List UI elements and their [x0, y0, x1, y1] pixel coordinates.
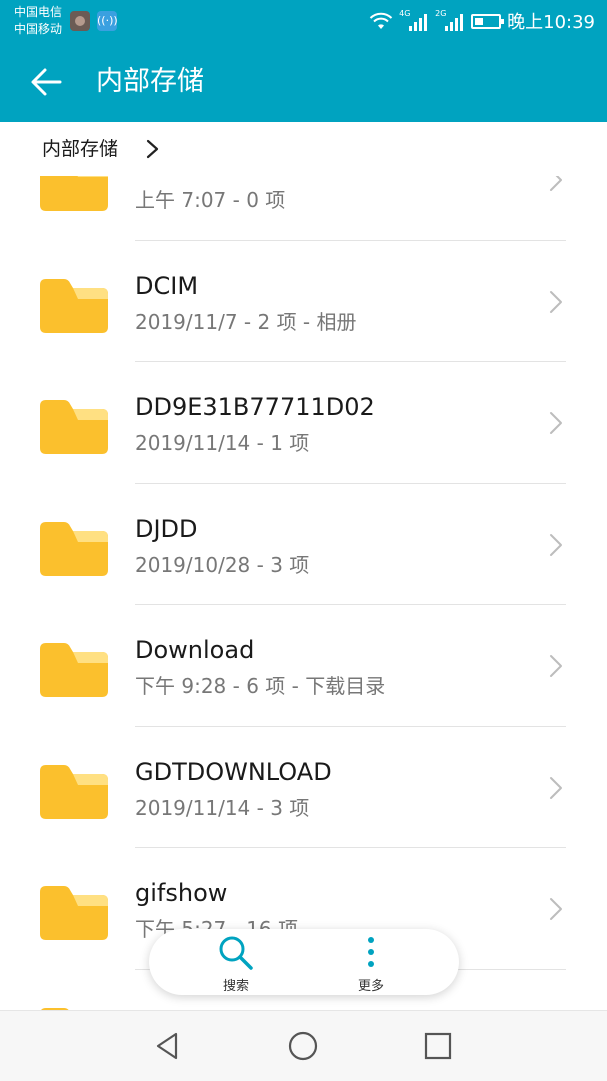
folder-meta: 2019/11/14 - 3 项	[135, 795, 310, 820]
carrier-1: 中国电信	[14, 5, 63, 19]
folder-icon	[40, 884, 108, 940]
carrier-info: 中国电信 中国移动	[14, 4, 62, 38]
chevron-right-icon	[550, 898, 562, 920]
system-nav-bar	[0, 1010, 607, 1081]
more-label: 更多	[357, 979, 384, 994]
breadcrumb-item-internal-storage[interactable]: 内部存储	[42, 136, 118, 162]
folder-name: DD9E31B77711D02	[135, 393, 375, 421]
chevron-right-icon	[146, 139, 159, 159]
chevron-right-icon	[550, 412, 562, 434]
folder-meta: 2019/11/14 - 1 项	[135, 431, 310, 455]
folder-icon	[40, 641, 108, 697]
nav-back-icon[interactable]	[152, 1030, 184, 1062]
status-bar: 中国电信 中国移动 ((·)) 4G 2G 晚上10:39	[0, 0, 607, 42]
folder-row[interactable]: GDTDOWNLOAD 2019/11/14 - 3 项	[0, 727, 607, 848]
folder-row[interactable]: data 上午 7:07 - 0 项	[0, 176, 607, 241]
folder-list: data 上午 7:07 - 0 项 DCIM 2019/11/7 - 2 项 - 相…	[0, 176, 607, 1010]
folder-meta: 上午 7:07 - 0 项	[135, 188, 286, 212]
folder-name: GDTDOWNLOAD	[135, 757, 332, 786]
back-arrow-icon[interactable]	[28, 64, 64, 100]
status-time: 晚上10:39	[507, 12, 595, 33]
folder-row[interactable]: Download 下午 9:28 - 6 项 - 下载目录	[0, 605, 607, 727]
folder-meta: 2019/10/28 - 3 项	[135, 552, 310, 577]
folder-icon	[40, 520, 108, 576]
chevron-right-icon	[550, 776, 562, 799]
folder-name: DJDD	[135, 514, 198, 543]
folder-name: DCIM	[135, 271, 199, 300]
battery-icon	[471, 13, 505, 29]
more-vertical-icon	[368, 937, 374, 967]
signal-4g-icon: 4G	[399, 9, 429, 31]
folder-meta: 下午 9:28 - 6 项 - 下载目录	[135, 674, 386, 698]
floating-action-bar: 搜索 更多	[149, 929, 459, 995]
chevron-right-icon	[550, 533, 562, 556]
chevron-right-icon	[550, 655, 562, 677]
folder-icon	[40, 277, 108, 333]
hotspot-icon: ((·))	[97, 11, 118, 31]
folder-icon	[40, 763, 108, 819]
chevron-right-icon	[550, 176, 562, 191]
app-notification-icon	[70, 11, 90, 31]
page-title: 内部存储	[96, 66, 204, 97]
more-button[interactable]: 更多	[321, 933, 421, 994]
chevron-right-icon	[550, 290, 562, 313]
folder-name: Download	[135, 636, 255, 664]
carrier-2: 中国移动	[14, 22, 63, 36]
search-button[interactable]: 搜索	[186, 933, 286, 994]
folder-row[interactable]: DCIM 2019/11/7 - 2 项 - 相册	[0, 241, 607, 362]
nav-home-icon[interactable]	[287, 1030, 319, 1062]
folder-row[interactable]: DD9E31B77711D02 2019/11/14 - 1 项	[0, 362, 607, 484]
search-label: 搜索	[222, 979, 249, 994]
search-icon	[219, 936, 253, 970]
battery-level	[475, 17, 484, 25]
folder-meta: 2019/11/7 - 2 项 - 相册	[135, 309, 357, 334]
breadcrumb: 内部存储	[0, 122, 607, 176]
folder-name: data	[135, 176, 189, 179]
folder-icon	[40, 398, 108, 454]
folder-row[interactable]: DJDD 2019/10/28 - 3 项	[0, 484, 607, 605]
signal-2g-icon: 2G	[435, 9, 465, 31]
wifi-icon	[369, 12, 393, 29]
folder-name: gifshow	[135, 879, 228, 907]
folder-icon	[40, 176, 108, 211]
nav-recents-icon[interactable]	[422, 1030, 454, 1062]
app-bar: 内部存储	[0, 42, 607, 122]
